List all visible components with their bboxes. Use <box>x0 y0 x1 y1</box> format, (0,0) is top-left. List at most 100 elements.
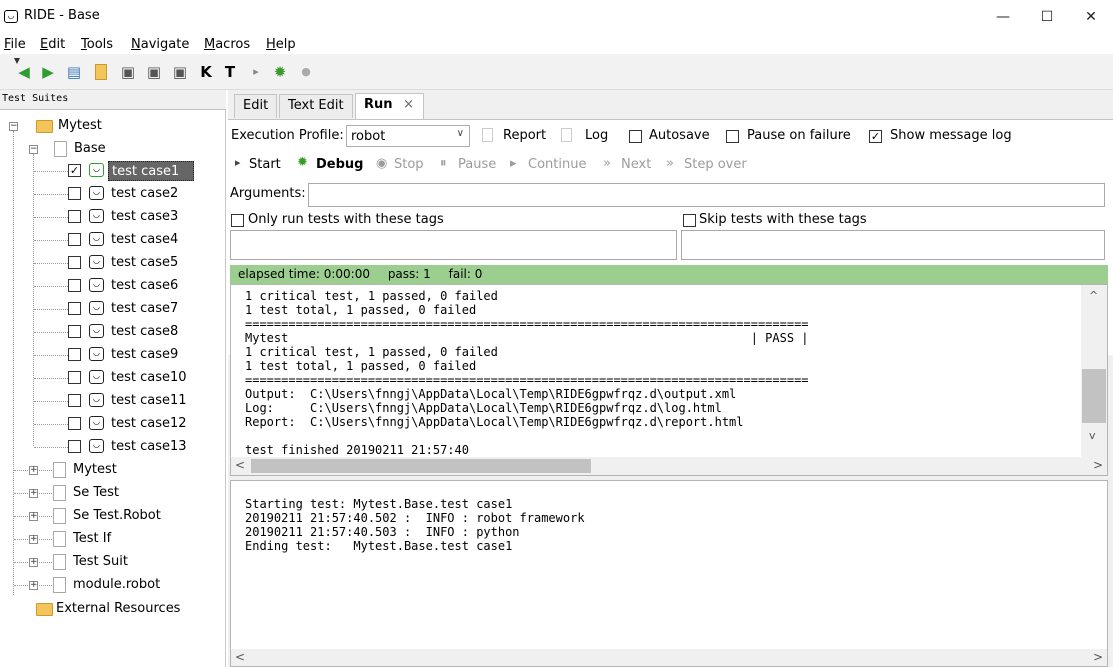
tree-node-test-case[interactable]: test case12 <box>108 414 187 434</box>
test-case-checkbox[interactable] <box>68 348 81 361</box>
expand-toggle[interactable]: + <box>29 489 38 498</box>
tree-node-suite[interactable]: Se Test <box>73 483 119 503</box>
exclude-tags-input[interactable] <box>681 230 1105 260</box>
test-case-checkbox[interactable]: ✓ <box>68 164 81 177</box>
test-case-checkbox[interactable] <box>68 417 81 430</box>
tree-node-test-case[interactable]: test case7 <box>108 299 178 319</box>
tab-run[interactable]: Run × <box>355 93 424 119</box>
scroll-up-icon[interactable]: ^ <box>1089 289 1098 302</box>
debug-button[interactable]: Debug <box>316 157 363 172</box>
tree-node-test-case[interactable]: test case4 <box>108 230 178 250</box>
tree-node-suite[interactable]: Mytest <box>73 460 117 480</box>
edit-icon[interactable]: ▣ <box>120 64 136 80</box>
scroll-right-icon[interactable]: > <box>1093 458 1103 472</box>
scrollbar-thumb[interactable] <box>1082 369 1106 423</box>
arguments-input[interactable] <box>308 183 1105 207</box>
pause-on-failure-checkbox[interactable] <box>726 130 739 143</box>
expand-toggle[interactable]: + <box>29 535 38 544</box>
close-button[interactable]: ✕ <box>1069 0 1113 34</box>
test-case-checkbox[interactable] <box>68 210 81 223</box>
tree-node-test-case[interactable]: test case10 <box>108 368 187 388</box>
scroll-left-icon[interactable]: < <box>235 458 245 472</box>
tree-node-test-case[interactable]: test case8 <box>108 322 178 342</box>
tree-connector <box>34 309 68 310</box>
new-file-icon[interactable] <box>95 64 107 80</box>
test-case-checkbox[interactable] <box>68 187 81 200</box>
tree-node-suite[interactable]: Se Test.Robot <box>73 506 161 526</box>
tree-node-suite[interactable]: module.robot <box>73 575 160 595</box>
only-run-tags-checkbox[interactable] <box>231 214 244 227</box>
menu-file[interactable]: File <box>4 37 26 52</box>
debug-bug-icon[interactable]: ✹ <box>272 64 288 80</box>
output-console[interactable]: 1 critical test, 1 passed, 0 failed 1 te… <box>230 284 1108 476</box>
close-tab-icon[interactable]: × <box>403 97 414 112</box>
include-tags-input[interactable] <box>230 230 677 260</box>
step-over-button[interactable]: Step over <box>684 157 747 172</box>
skip-tags-checkbox[interactable] <box>683 214 696 227</box>
test-case-checkbox[interactable] <box>68 302 81 315</box>
test-case-checkbox[interactable] <box>68 371 81 384</box>
tree-node-test-case[interactable]: test case3 <box>108 207 178 227</box>
menu-tools[interactable]: Tools <box>81 37 113 52</box>
keyword-search-icon[interactable]: K <box>198 64 214 80</box>
tree-node-test-case[interactable]: test case5 <box>108 253 178 273</box>
test-case-checkbox[interactable] <box>68 256 81 269</box>
test-case-checkbox[interactable] <box>68 279 81 292</box>
tree-node-test-case[interactable]: test case1 <box>108 161 194 181</box>
tree-node-test-case[interactable]: test case2 <box>108 184 178 204</box>
message-log[interactable]: Starting test: Mytest.Base.test case1 20… <box>230 480 1108 667</box>
tree-node-suite[interactable]: Test Suit <box>73 552 128 572</box>
expand-toggle[interactable]: + <box>29 466 38 475</box>
tree-node-external-resources[interactable]: External Resources <box>56 599 180 619</box>
test-search-icon[interactable]: T <box>222 64 238 80</box>
report-button[interactable]: Report <box>503 128 546 143</box>
minimize-button[interactable]: — <box>981 0 1025 34</box>
edit-icon[interactable]: ▣ <box>146 64 162 80</box>
open-folder-icon[interactable]: ▤ <box>66 64 82 80</box>
profile-select[interactable]: robot ∨ <box>346 125 470 147</box>
show-message-log-checkbox[interactable]: ✓ <box>869 130 882 143</box>
menu-help[interactable]: Help <box>266 37 296 52</box>
menu-edit[interactable]: Edit <box>40 37 65 52</box>
back-arrow-icon[interactable]: ◀ <box>16 64 32 80</box>
stop-icon[interactable]: ● <box>298 64 314 80</box>
edit-icon[interactable]: ▣ <box>172 64 188 80</box>
tab-text-edit[interactable]: Text Edit <box>279 94 353 118</box>
stop-button[interactable]: Stop <box>394 157 424 172</box>
expand-toggle[interactable]: + <box>29 558 38 567</box>
horizontal-scrollbar[interactable]: < > <box>231 649 1107 666</box>
tree-node-test-case[interactable]: test case11 <box>108 391 187 411</box>
vertical-scrollbar[interactable]: ^ v <box>1081 285 1107 457</box>
collapse-toggle[interactable]: − <box>9 122 18 131</box>
maximize-button[interactable]: ☐ <box>1025 0 1069 34</box>
expand-toggle[interactable]: + <box>29 512 38 521</box>
expand-toggle[interactable]: + <box>29 581 38 590</box>
scroll-left-icon[interactable]: < <box>235 650 245 664</box>
forward-arrow-icon[interactable]: ▶ <box>40 64 56 80</box>
tree-node-test-case[interactable]: test case6 <box>108 276 178 296</box>
test-case-checkbox[interactable] <box>68 440 81 453</box>
pause-button[interactable]: Pause <box>458 157 496 172</box>
tree-node-mytest[interactable]: Mytest <box>58 116 102 136</box>
start-button[interactable]: Start <box>249 157 281 172</box>
tree-node-suite[interactable]: Test If <box>73 529 111 549</box>
test-case-checkbox[interactable] <box>68 233 81 246</box>
scroll-right-icon[interactable]: > <box>1093 650 1103 664</box>
scroll-down-icon[interactable]: v <box>1089 429 1096 442</box>
tree-node-base[interactable]: Base <box>74 139 106 159</box>
autosave-checkbox[interactable] <box>629 130 642 143</box>
tree-node-test-case[interactable]: test case9 <box>108 345 178 365</box>
tab-edit[interactable]: Edit <box>234 94 278 118</box>
test-case-checkbox[interactable] <box>68 394 81 407</box>
scrollbar-thumb[interactable] <box>251 459 591 473</box>
menu-navigate[interactable]: Navigate <box>131 37 189 52</box>
continue-button[interactable]: Continue <box>528 157 586 172</box>
test-case-checkbox[interactable] <box>68 325 81 338</box>
tree-node-test-case[interactable]: test case13 <box>108 437 187 457</box>
horizontal-scrollbar[interactable]: < > <box>231 457 1107 475</box>
log-button[interactable]: Log <box>585 128 608 143</box>
menu-macros[interactable]: Macros <box>204 37 250 52</box>
next-button[interactable]: Next <box>621 157 651 172</box>
collapse-toggle[interactable]: − <box>29 145 38 154</box>
run-icon[interactable]: ▸ <box>248 64 264 80</box>
